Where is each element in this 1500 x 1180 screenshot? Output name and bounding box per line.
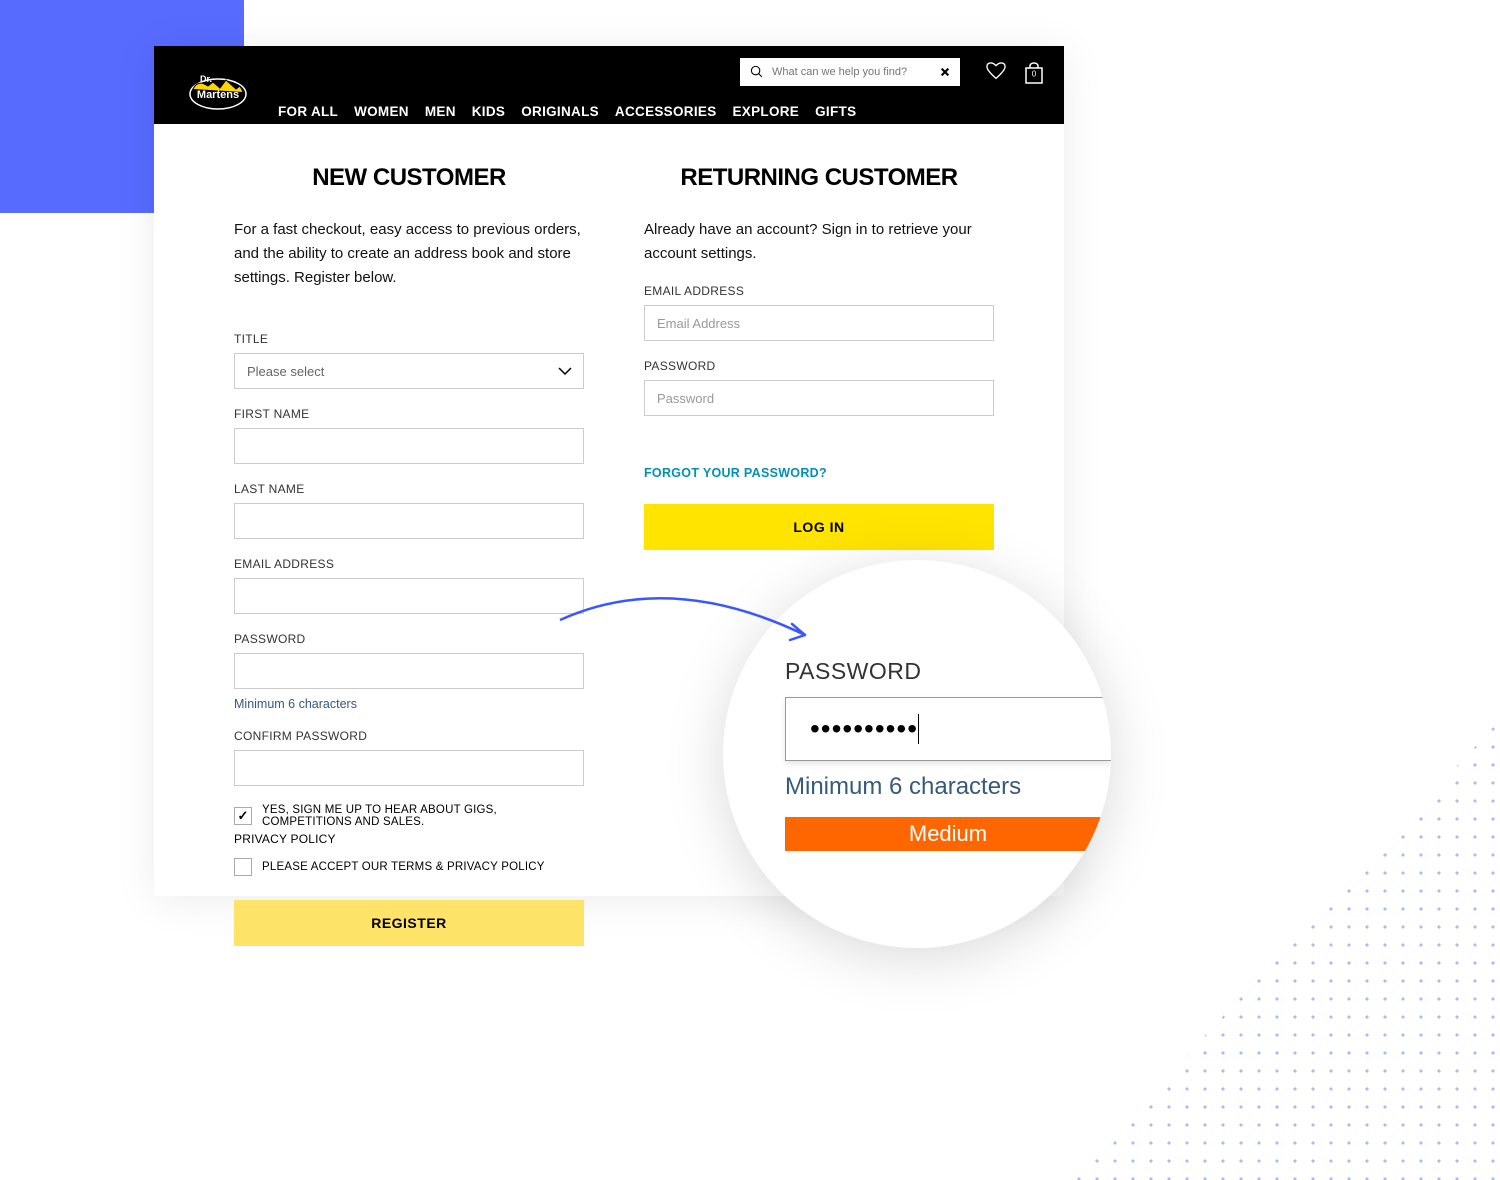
brand-logo[interactable]: Martens Dr. <box>178 64 258 112</box>
signup-checkbox-label: YES, SIGN ME UP TO HEAR ABOUT GIGS, COMP… <box>262 804 584 828</box>
svg-text:Martens: Martens <box>197 89 239 101</box>
confirm-password-input[interactable] <box>234 750 584 786</box>
first-name-input[interactable] <box>234 428 584 464</box>
nav-explore[interactable]: EXPLORE <box>733 104 800 119</box>
clear-icon[interactable] <box>940 67 950 77</box>
nav-kids[interactable]: KIDS <box>472 104 505 119</box>
password-label: PASSWORD <box>234 632 584 646</box>
title-select[interactable]: Please select <box>234 353 584 389</box>
new-customer-desc: For a fast checkout, easy access to prev… <box>234 218 584 290</box>
privacy-policy-link[interactable]: PRIVACY POLICY <box>234 832 584 846</box>
password-strength-meter: Medium <box>785 817 1111 851</box>
last-name-label: LAST NAME <box>234 482 584 496</box>
login-email-label: EMAIL ADDRESS <box>644 284 994 298</box>
terms-checkbox-label: PLEASE ACCEPT OUR TERMS & PRIVACY POLICY <box>262 861 545 873</box>
bag-count: 0 <box>1032 69 1036 78</box>
forgot-password-link[interactable]: FORGOT YOUR PASSWORD? <box>644 466 994 480</box>
signup-checkbox[interactable] <box>234 807 252 825</box>
confirm-password-label: CONFIRM PASSWORD <box>234 729 584 743</box>
search-icon <box>750 65 764 79</box>
main-nav: FOR ALL WOMEN MEN KIDS ORIGINALS ACCESSO… <box>278 104 856 119</box>
text-cursor <box>918 714 919 744</box>
header-icons: 0 <box>986 62 1044 82</box>
new-customer-title: NEW CUSTOMER <box>234 164 584 192</box>
new-customer-column: NEW CUSTOMER For a fast checkout, easy a… <box>234 164 584 946</box>
zoom-password-label: PASSWORD <box>785 658 1111 685</box>
register-button[interactable]: REGISTER <box>234 900 584 946</box>
wishlist-icon[interactable] <box>986 62 1006 82</box>
search-input[interactable] <box>772 66 940 78</box>
email-input[interactable] <box>234 578 584 614</box>
svg-text:Dr.: Dr. <box>200 74 212 84</box>
email-label: EMAIL ADDRESS <box>234 557 584 571</box>
password-input[interactable] <box>234 653 584 689</box>
bag-icon[interactable]: 0 <box>1024 62 1044 82</box>
nav-originals[interactable]: ORIGINALS <box>521 104 599 119</box>
zoom-password-value: •••••••••• <box>810 713 918 745</box>
zoom-password-hint: Minimum 6 characters <box>785 773 1111 801</box>
nav-women[interactable]: WOMEN <box>354 104 409 119</box>
search-bar[interactable] <box>740 58 960 86</box>
login-button[interactable]: LOG IN <box>644 504 994 550</box>
nav-men[interactable]: MEN <box>425 104 456 119</box>
password-hint: Minimum 6 characters <box>234 697 584 711</box>
returning-customer-title: RETURNING CUSTOMER <box>644 164 994 192</box>
nav-gifts[interactable]: GIFTS <box>815 104 856 119</box>
site-header: Martens Dr. FOR ALL WOMEN MEN KIDS ORIGI… <box>154 46 1064 124</box>
nav-for-all[interactable]: FOR ALL <box>278 104 338 119</box>
title-label: TITLE <box>234 332 584 346</box>
zoom-password-input: •••••••••• <box>785 697 1111 761</box>
callout-arrow <box>550 580 830 660</box>
nav-accessories[interactable]: ACCESSORIES <box>615 104 717 119</box>
terms-checkbox[interactable] <box>234 858 252 876</box>
returning-customer-desc: Already have an account? Sign in to retr… <box>644 218 994 266</box>
first-name-label: FIRST NAME <box>234 407 584 421</box>
login-email-input[interactable] <box>644 305 994 341</box>
login-password-input[interactable] <box>644 380 994 416</box>
last-name-input[interactable] <box>234 503 584 539</box>
login-password-label: PASSWORD <box>644 359 994 373</box>
decorative-dot-pattern <box>1070 720 1500 1180</box>
